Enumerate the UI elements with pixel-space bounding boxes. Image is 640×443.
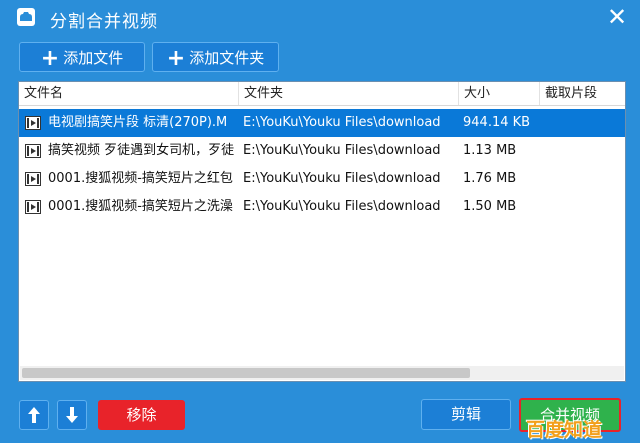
add-file-button[interactable]: + 添加文件 (19, 42, 145, 72)
table-row[interactable]: 0001.搜狐视频-搞笑短片之红包 E:\YouKu\Youku Files\d… (19, 165, 625, 193)
column-header-name[interactable]: 文件名 (19, 82, 239, 105)
close-icon[interactable]: ✕ (603, 4, 631, 30)
video-file-icon (25, 172, 41, 186)
file-size: 1.50 MB (463, 199, 517, 214)
file-size: 944.14 KB (463, 115, 531, 130)
move-down-button[interactable] (57, 400, 87, 430)
horizontal-scrollbar[interactable] (20, 366, 624, 380)
video-file-icon (25, 116, 41, 130)
scrollbar-thumb[interactable] (22, 368, 470, 378)
file-clip (545, 193, 625, 221)
cut-button[interactable]: 剪辑 (421, 399, 511, 430)
column-header-folder[interactable]: 文件夹 (239, 82, 459, 105)
file-folder: E:\YouKu\Youku Files\download (243, 143, 441, 158)
move-up-button[interactable] (19, 400, 49, 430)
add-folder-button[interactable]: + 添加文件夹 (152, 42, 279, 72)
plus-icon: + (166, 46, 186, 71)
file-folder: E:\YouKu\Youku Files\download (243, 171, 441, 186)
table-row[interactable]: 0001.搜狐视频-搞笑短片之洗澡 E:\YouKu\Youku Files\d… (19, 193, 625, 221)
file-clip (545, 137, 625, 165)
title-bar: 分割合并视频 ✕ (0, 0, 640, 35)
app-icon (17, 8, 35, 26)
window-title: 分割合并视频 (50, 12, 158, 32)
file-folder: E:\YouKu\Youku Files\download (243, 115, 441, 130)
file-name: 搞笑视频 歹徒遇到女司机，歹徒 (48, 143, 235, 158)
file-clip (545, 165, 625, 193)
arrow-up-icon (28, 407, 40, 423)
file-clip (545, 109, 625, 137)
watermark: 百度知道 (526, 419, 603, 441)
file-folder: E:\YouKu\Youku Files\download (243, 199, 441, 214)
file-list[interactable]: 文件名 文件夹 大小 截取片段 电视剧搞笑片段 标清(270P).M E:\Yo… (18, 81, 626, 382)
file-size: 1.13 MB (463, 143, 517, 158)
remove-button[interactable]: 移除 (98, 400, 185, 430)
file-name: 电视剧搞笑片段 标清(270P).M (48, 115, 228, 130)
table-row[interactable]: 电视剧搞笑片段 标清(270P).M E:\YouKu\Youku Files\… (19, 109, 625, 137)
list-header: 文件名 文件夹 大小 截取片段 (19, 82, 625, 106)
file-size: 1.76 MB (463, 171, 517, 186)
video-file-icon (25, 144, 41, 158)
column-header-size[interactable]: 大小 (459, 82, 540, 105)
table-row[interactable]: 搞笑视频 歹徒遇到女司机，歹徒 E:\YouKu\Youku Files\dow… (19, 137, 625, 165)
video-file-icon (25, 200, 41, 214)
file-name: 0001.搜狐视频-搞笑短片之红包 (48, 171, 233, 186)
plus-icon: + (40, 46, 60, 71)
arrow-down-icon (66, 407, 78, 423)
file-name: 0001.搜狐视频-搞笑短片之洗澡 (48, 199, 233, 214)
column-header-clip[interactable]: 截取片段 (540, 82, 625, 105)
